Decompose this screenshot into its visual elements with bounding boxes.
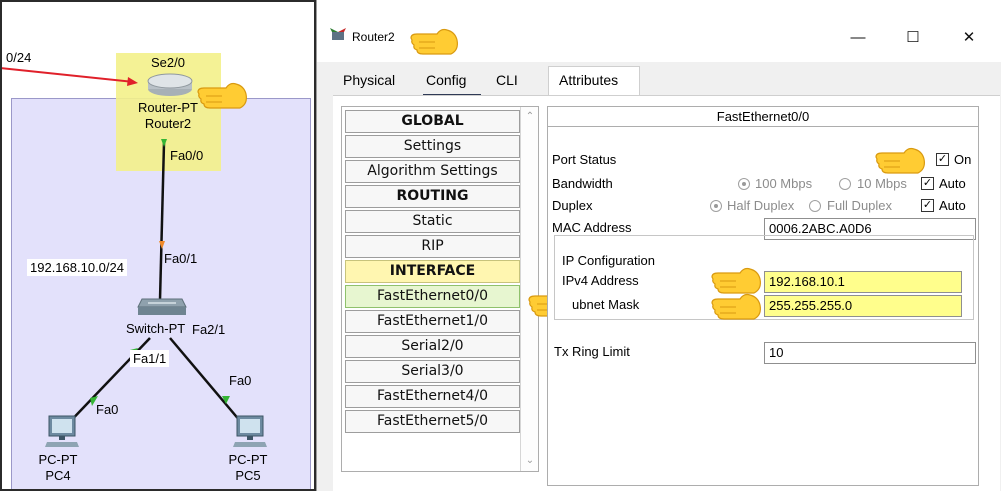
nav-item-static[interactable]: Static	[345, 210, 520, 233]
topology-canvas[interactable]: 0/24 Se2/0 Router-PT Router2 Fa0/0 192.1…	[0, 0, 316, 491]
nav-item-fastethernet5-0[interactable]: FastEthernet5/0	[345, 410, 520, 433]
pointing-hand-icon	[410, 28, 458, 55]
window-title: Router2	[352, 30, 395, 44]
duplex-auto-checkbox[interactable]: ✓	[921, 199, 934, 212]
nav-header-global: GLOBAL	[345, 110, 520, 133]
maximize-button[interactable]: ☐	[895, 26, 931, 50]
tx-ring-limit-field[interactable]: 10	[764, 342, 976, 364]
config-nav-panel[interactable]: GLOBAL Settings Algorithm Settings ROUTI…	[341, 106, 539, 472]
nav-header-routing: ROUTING	[345, 185, 520, 208]
bandwidth-auto-label: Auto	[939, 176, 966, 191]
ipv4-address-label: IPv4 Address	[562, 273, 639, 288]
nav-item-rip[interactable]: RIP	[345, 235, 520, 258]
bandwidth-10-radio[interactable]	[839, 178, 851, 190]
duplex-label: Duplex	[552, 198, 593, 213]
tab-physical[interactable]: Physical	[343, 72, 395, 88]
scroll-down-icon[interactable]: ⌄	[524, 455, 536, 467]
duplex-full-radio[interactable]	[809, 200, 821, 212]
router-config-dialog: Router2 — ☐ ✕ Physical Config CLI Attrib…	[316, 0, 1001, 491]
duplex-half-label: Half Duplex	[727, 198, 795, 213]
duplex-auto-label: Auto	[939, 198, 966, 213]
pointing-hand-icon	[875, 147, 925, 174]
tx-ring-limit-label: Tx Ring Limit	[554, 344, 630, 359]
mac-address-label: MAC Address	[552, 220, 632, 235]
nav-item-fastethernet1-0[interactable]: FastEthernet1/0	[345, 310, 520, 333]
tab-config[interactable]: Config	[426, 72, 466, 88]
config-nav-list: GLOBAL Settings Algorithm Settings ROUTI…	[345, 110, 520, 435]
nav-item-algorithm-settings[interactable]: Algorithm Settings	[345, 160, 520, 183]
nav-header-interface: INTERFACE	[345, 260, 520, 283]
ipv4-address-field[interactable]: 192.168.10.1	[764, 271, 962, 293]
ip-configuration-title: IP Configuration	[562, 253, 655, 268]
duplex-full-label: Full Duplex	[827, 198, 893, 213]
packet-tracer-router-icon	[330, 28, 346, 40]
title-bar[interactable]: Router2 — ☐ ✕	[317, 0, 1001, 62]
port-status-on-label: On	[954, 152, 972, 167]
scroll-up-icon[interactable]: ⌃	[524, 111, 536, 123]
port-status-label: Port Status	[552, 152, 617, 167]
bandwidth-10-label: 10 Mbps	[857, 176, 907, 191]
port-status-checkbox[interactable]: ✓	[936, 153, 949, 166]
interface-config-header: FastEthernet0/0	[548, 107, 978, 127]
tab-attributes[interactable]: Attributes	[559, 72, 618, 88]
duplex-half-radio[interactable]	[710, 200, 722, 212]
pointing-hand-icon	[711, 293, 761, 320]
subnet-mask-label: ubnet Mask	[572, 297, 640, 312]
interface-config-panel: FastEthernet0/0 Port Status ✓ On Bandwid…	[547, 106, 979, 486]
nav-item-serial3-0[interactable]: Serial3/0	[345, 360, 520, 383]
bandwidth-label: Bandwidth	[552, 176, 613, 191]
bandwidth-100-radio[interactable]	[738, 178, 750, 190]
nav-item-serial2-0[interactable]: Serial2/0	[345, 335, 520, 358]
minimize-button[interactable]: —	[840, 26, 876, 50]
nav-item-settings[interactable]: Settings	[345, 135, 520, 158]
close-button[interactable]: ✕	[951, 26, 987, 50]
nav-item-fastethernet0-0[interactable]: FastEthernet0/0	[345, 285, 520, 308]
topology-border	[0, 0, 316, 491]
bandwidth-100-label: 100 Mbps	[755, 176, 813, 191]
bandwidth-auto-checkbox[interactable]: ✓	[921, 177, 934, 190]
tab-cli[interactable]: CLI	[496, 72, 518, 88]
subnet-mask-field[interactable]: 255.255.255.0	[764, 295, 962, 317]
nav-item-fastethernet4-0[interactable]: FastEthernet4/0	[345, 385, 520, 408]
